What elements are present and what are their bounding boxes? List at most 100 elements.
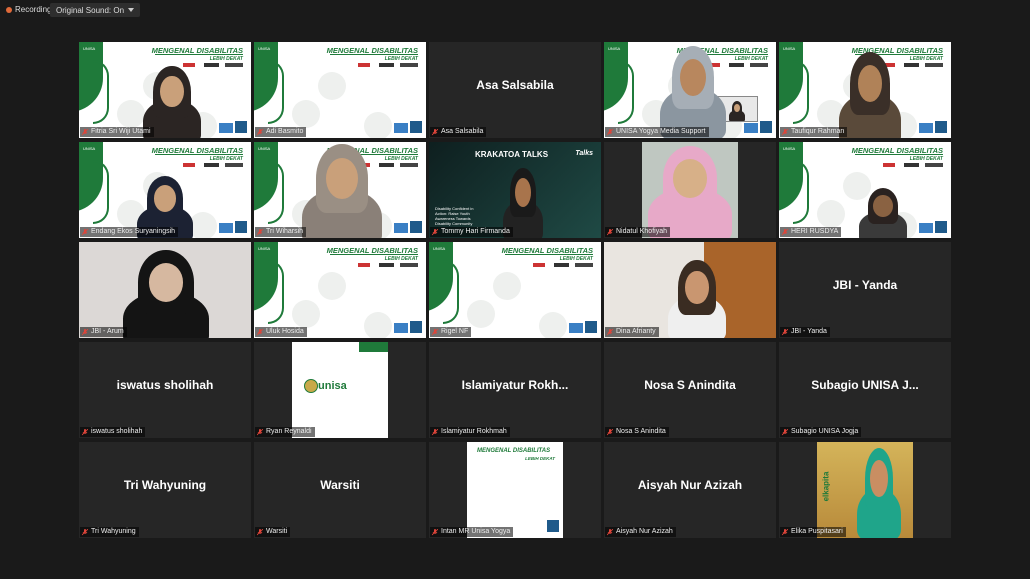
participant-name: Islamiyatur Rokhmah [441,428,507,435]
participant-tile[interactable]: UNISA MENGENAL DISABILITAS LEBIH DEKAT Tauf… [779,42,951,138]
person-face [685,270,709,304]
person-face [870,460,888,498]
original-sound-toggle[interactable]: Original Sound: On [50,3,141,17]
participant-tile[interactable]: UNISA MENGENAL DISABILITAS LEBIH DEKAT Enda… [79,142,251,238]
participant-tile[interactable]: UNISA MENGENAL DISABILITAS LEBIH DEKAT Rige… [429,242,601,338]
participant-tile[interactable]: MENGENAL DISABILITAS LEBIH DEKAT Intan MR … [429,442,601,538]
campus-badge [935,221,947,233]
participant-tile[interactable]: UNISA MENGENAL DISABILITAS LEBIH DEKAT Fitr… [79,42,251,138]
participant-tile[interactable]: Nosa S Anindita Nosa S Anindita [604,342,776,438]
slide-divider [330,254,418,255]
participant-name: Dina Afrianty [616,328,656,335]
recording-indicator[interactable]: Recording [6,5,51,14]
unisa-logo-icon: UNISA [258,46,271,51]
participant-name-label: Rigel NF [430,327,472,337]
participant-name-label: Aisyah Nur Azizah [605,527,676,537]
participant-tile[interactable]: JBI - Arum [79,242,251,338]
record-dot-icon [6,6,12,13]
participant-name: HERI RUSDYA [791,228,839,235]
participant-name-label: UNISA Yogya Media Support [605,127,709,137]
participant-tile[interactable]: unisa Ryan Reynaldi [254,342,426,438]
participant-tile[interactable]: elkapita Elika Puspitasari [779,442,951,538]
mic-muted-icon [782,528,788,535]
sdgs-badge [219,223,233,233]
mic-muted-icon [432,428,438,435]
campus-badge [585,321,597,333]
participant-name: Uluk Hosida [266,328,304,335]
slide-subtitle: LEBIH DEKAT [909,56,943,62]
participant-tile[interactable]: UNISA MENGENAL DISABILITAS LEBIH DEKAT Uluk… [254,242,426,338]
slide-curve-shape [793,160,809,224]
participant-tile[interactable]: UNISA MENGENAL DISABILITAS LEBIH DEKAT HERI… [779,142,951,238]
participant-tile[interactable]: Subagio UNISA J... Subagio UNISA Jogja [779,342,951,438]
campus-badge [935,121,947,133]
participant-name: Fitria Sri Wiji Utami [91,128,151,135]
participant-tile[interactable]: UNISA MENGENAL DISABILITAS LEBIH DEKAT UNIS… [604,42,776,138]
original-sound-label: Original Sound: On [56,5,125,15]
campus-badge [410,221,422,233]
participant-name-display: Islamiyatur Rokh... [461,378,569,392]
slide-divider [855,154,943,155]
slide-decor-circle [467,300,495,328]
participant-tile[interactable]: JBI - Yanda JBI - Yanda [779,242,951,338]
participant-name-label: Asa Salsabila [430,127,487,137]
slide-subtitle: LEBIH DEKAT [384,256,418,262]
mic-muted-icon [607,428,613,435]
participant-tile[interactable]: Warsiti Warsiti [254,442,426,538]
slide-decor-circle [189,212,217,238]
slide-curve-shape [443,260,459,324]
top-toolbar: Recording Original Sound: On [0,0,1030,22]
participant-tile[interactable]: UNISA MENGENAL DISABILITAS LEBIH DEKAT Tri … [254,142,426,238]
participant-name: iswatus sholihah [91,428,143,435]
sdgs-badge [919,123,933,133]
mic-muted-icon [607,128,613,135]
partner-logos [358,163,418,167]
mic-muted-icon [432,128,438,135]
participant-tile[interactable]: KRAKATOA TALKS Disability Confident in Ac… [429,142,601,238]
participant-name: Tommy Hari Firmanda [441,228,510,235]
participant-tile[interactable]: Tri Wahyuning Tri Wahyuning [79,442,251,538]
mic-muted-icon [82,228,88,235]
participant-name-display: Subagio UNISA J... [811,378,919,392]
participant-name: Intan MR Unisa Yogya [441,528,511,535]
slide-decor-circle [539,312,567,338]
sdgs-badge [394,323,408,333]
unisa-logo-card: unisa [292,342,388,438]
participant-tile[interactable]: Dina Afrianty [604,242,776,338]
slide-subtitle: LEBIH DEKAT [559,256,593,262]
slide-background: UNISA MENGENAL DISABILITAS LEBIH DEKAT [254,242,426,338]
shared-slide-thumbnail: MENGENAL DISABILITAS LEBIH DEKAT [467,442,563,538]
participant-name: Subagio UNISA Jogja [791,428,859,435]
participant-tile[interactable]: Islamiyatur Rokh... Islamiyatur Rokhmah [429,342,601,438]
mic-muted-icon [82,428,88,435]
participant-name-label: Subagio UNISA Jogja [780,427,862,437]
krakatoa-description: Disability Confident in Action: Raise Yo… [435,206,474,226]
participant-name-label: Endang Ekos Suryaningsih [80,227,179,237]
slide-curve-shape [93,160,109,224]
participant-name-label: JBI - Arum [80,327,127,337]
unisa-wordmark: unisa [318,380,347,392]
participant-name-label: Fitria Sri Wiji Utami [80,127,154,137]
chevron-down-icon [128,8,135,12]
participant-tile[interactable]: Asa Salsabila Asa Salsabila [429,42,601,138]
participant-tile[interactable]: Aisyah Nur Azizah Aisyah Nur Azizah [604,442,776,538]
person-face [326,157,358,199]
participant-name-label: Intan MR Unisa Yogya [430,527,514,537]
participant-name-label: Tommy Hari Firmanda [430,227,513,237]
unisa-logo-icon: UNISA [83,146,96,151]
slide-divider [505,254,593,255]
slide-background: UNISA MENGENAL DISABILITAS LEBIH DEKAT [429,242,601,338]
slide-subtitle: LEBIH DEKAT [734,56,768,62]
participant-name: JBI - Yanda [791,328,827,335]
mic-muted-icon [782,228,788,235]
participant-tile[interactable]: Nidatul Khofiyah [604,142,776,238]
mic-muted-icon [607,228,613,235]
participant-name-display: iswatus sholihah [116,378,214,392]
person-face [515,177,531,208]
participant-name-label: JBI - Yanda [780,327,830,337]
participant-tile[interactable]: UNISA MENGENAL DISABILITAS LEBIH DEKAT Adi … [254,42,426,138]
participant-tile[interactable]: iswatus sholihah iswatus sholihah [79,342,251,438]
slide-subtitle: LEBIH DEKAT [384,156,418,162]
unisa-logo-icon: UNISA [783,46,796,51]
participant-name-display: Aisyah Nur Azizah [637,478,743,492]
